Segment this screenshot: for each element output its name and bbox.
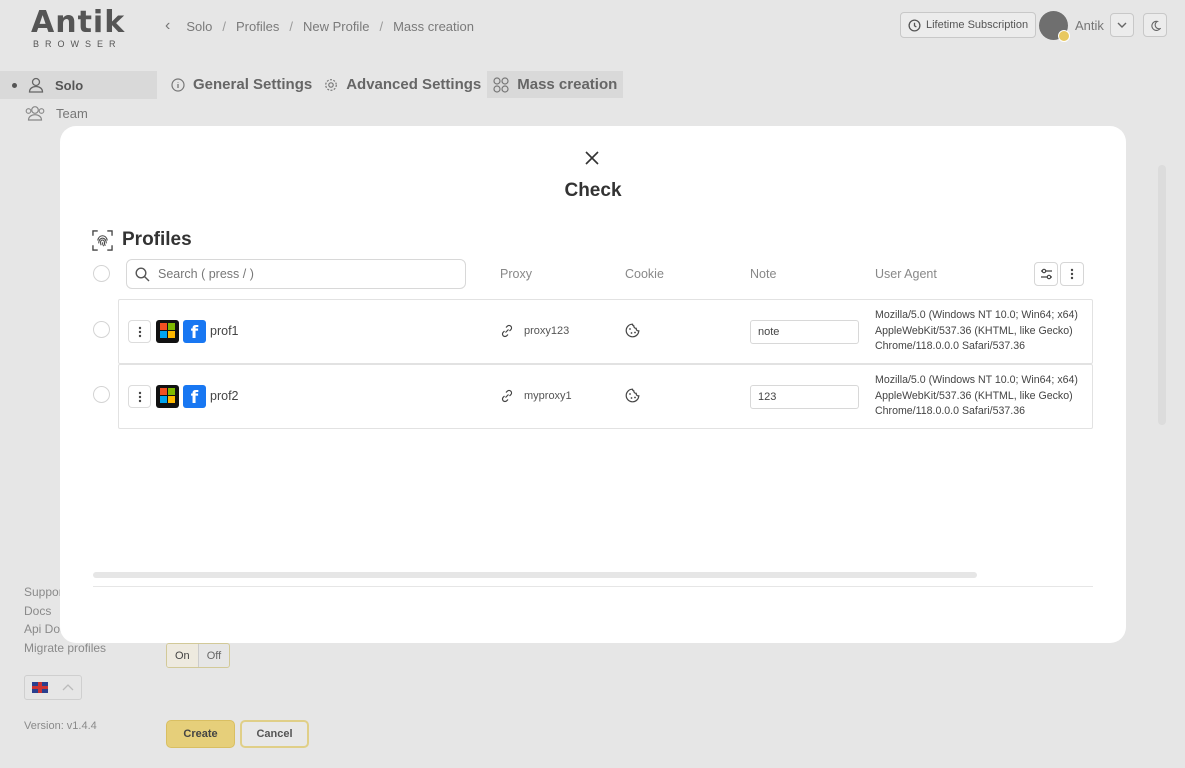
dark-mode-moon-icon[interactable] xyxy=(1143,13,1167,37)
check-modal: Check Profiles Proxy Cookie Note User Ag… xyxy=(60,126,1126,643)
note-input[interactable] xyxy=(750,385,859,409)
breadcrumb-separator: / xyxy=(289,18,293,34)
cancel-button[interactable]: Cancel xyxy=(240,720,309,748)
user-agent-line: Chrome/118.0.0.0 Safari/537.36 xyxy=(875,405,1025,418)
table-row[interactable]: f prof1 proxy123 Mozilla/5.0 (Windows NT… xyxy=(118,299,1093,364)
tab-label: Mass creation xyxy=(517,76,618,93)
active-dot xyxy=(12,82,17,88)
cookie-icon[interactable] xyxy=(625,323,640,338)
profile-name: prof2 xyxy=(210,389,239,403)
table-row[interactable]: f prof2 myproxy1 Mozilla/5.0 (Windows NT… xyxy=(118,364,1093,429)
link-icon xyxy=(501,389,513,403)
divider xyxy=(93,586,1093,587)
subscription-button[interactable]: Lifetime Subscription xyxy=(900,12,1037,38)
windows-icon xyxy=(156,320,179,343)
logo-word: Antik xyxy=(31,5,126,40)
back-chevron-icon[interactable]: ‹ xyxy=(165,17,170,35)
proxy-name: proxy123 xyxy=(524,325,570,337)
fingerprint-icon xyxy=(92,229,113,251)
column-header-note[interactable]: Note xyxy=(750,267,776,281)
select-all-checkbox[interactable] xyxy=(93,265,110,282)
gear-icon xyxy=(325,78,338,91)
toggle-off[interactable]: Off xyxy=(199,644,229,667)
search-icon xyxy=(135,266,150,281)
user-menu-chevron-icon[interactable] xyxy=(1110,13,1134,37)
version-text: Version: v1.4.4 xyxy=(24,720,97,732)
note-input[interactable] xyxy=(750,320,859,344)
profile-name: prof1 xyxy=(210,324,239,338)
page-scrollbar[interactable] xyxy=(1158,165,1166,425)
search-input[interactable] xyxy=(158,267,458,281)
facebook-icon: f xyxy=(183,385,206,408)
user-name[interactable]: Antik xyxy=(1075,18,1104,33)
toggle-on[interactable]: On xyxy=(167,644,199,667)
column-header-proxy[interactable]: Proxy xyxy=(500,267,532,281)
create-button[interactable]: Create xyxy=(166,720,235,748)
settings-tabs: General Settings Advanced Settings Mass … xyxy=(165,71,624,98)
profiles-header: Profiles xyxy=(92,229,192,251)
facebook-icon: f xyxy=(183,320,206,343)
row-checkbox[interactable] xyxy=(93,321,110,338)
grid-icon xyxy=(493,76,509,93)
user-agent-text: Mozilla/5.0 (Windows NT 10.0; Win64; x64… xyxy=(875,308,1090,355)
premium-star-icon xyxy=(1058,30,1070,42)
users-icon xyxy=(25,106,45,121)
user-agent-line: Chrome/118.0.0.0 Safari/537.36 xyxy=(875,340,1025,353)
section-title: Profiles xyxy=(122,229,192,250)
user-icon xyxy=(28,77,44,93)
breadcrumb-separator: / xyxy=(379,18,384,34)
horizontal-scrollbar[interactable] xyxy=(93,572,977,578)
sidebar-item-label: Team xyxy=(56,105,88,121)
breadcrumb-profiles[interactable]: Profiles xyxy=(236,19,279,34)
user-agent-line: AppleWebKit/537.36 (KHTML, like Gecko) xyxy=(875,389,1073,402)
language-selector[interactable] xyxy=(24,675,82,700)
app-logo: Antik BROWSER xyxy=(31,5,126,50)
tab-mass-creation[interactable]: Mass creation xyxy=(487,71,624,98)
sidebar-item-team[interactable]: Team xyxy=(24,104,88,122)
chevron-up-icon xyxy=(62,684,74,691)
tab-advanced-settings[interactable]: Advanced Settings xyxy=(318,71,487,98)
tab-general-settings[interactable]: General Settings xyxy=(165,71,318,98)
breadcrumb-mass-creation: Mass creation xyxy=(393,18,474,34)
clock-icon xyxy=(908,18,921,32)
row-menu-icon[interactable] xyxy=(128,385,151,408)
tab-label: Advanced Settings xyxy=(346,76,482,93)
breadcrumb-solo[interactable]: Solo xyxy=(186,19,212,34)
windows-icon xyxy=(156,385,179,408)
modal-title: Check xyxy=(564,180,622,201)
close-icon[interactable] xyxy=(584,150,600,166)
info-icon xyxy=(171,77,185,92)
breadcrumb: ‹ Solo / Profiles / New Profile / Mass c… xyxy=(165,17,474,35)
subscription-label: Lifetime Subscription xyxy=(926,19,1029,31)
more-vertical-icon[interactable] xyxy=(1060,262,1084,286)
sidebar-item-label: Solo xyxy=(55,77,84,93)
row-checkbox[interactable] xyxy=(93,386,110,403)
breadcrumb-separator: / xyxy=(222,18,226,34)
on-off-toggle: On Off xyxy=(166,643,231,668)
tab-label: General Settings xyxy=(193,76,313,93)
breadcrumb-new-profile[interactable]: New Profile xyxy=(303,19,369,34)
user-agent-line: Mozilla/5.0 (Windows NT 10.0; Win64; x64… xyxy=(875,374,1078,386)
cookie-icon[interactable] xyxy=(625,388,640,403)
user-agent-line: AppleWebKit/537.36 (KHTML, like Gecko) xyxy=(875,324,1073,337)
search-field xyxy=(126,259,466,289)
logo-sub: BROWSER xyxy=(33,39,122,49)
avatar[interactable] xyxy=(1039,11,1070,42)
column-settings-sliders-icon[interactable] xyxy=(1034,262,1058,286)
user-agent-text: Mozilla/5.0 (Windows NT 10.0; Win64; x64… xyxy=(875,373,1090,420)
sidebar-item-solo[interactable]: Solo xyxy=(0,71,157,99)
row-menu-icon[interactable] xyxy=(128,320,151,343)
link-icon xyxy=(501,324,513,338)
proxy-name: myproxy1 xyxy=(524,390,572,402)
column-header-cookie[interactable]: Cookie xyxy=(625,267,664,281)
user-agent-line: Mozilla/5.0 (Windows NT 10.0; Win64; x64… xyxy=(875,309,1078,321)
column-header-user-agent[interactable]: User Agent xyxy=(875,267,937,281)
uk-flag-icon xyxy=(32,682,48,693)
